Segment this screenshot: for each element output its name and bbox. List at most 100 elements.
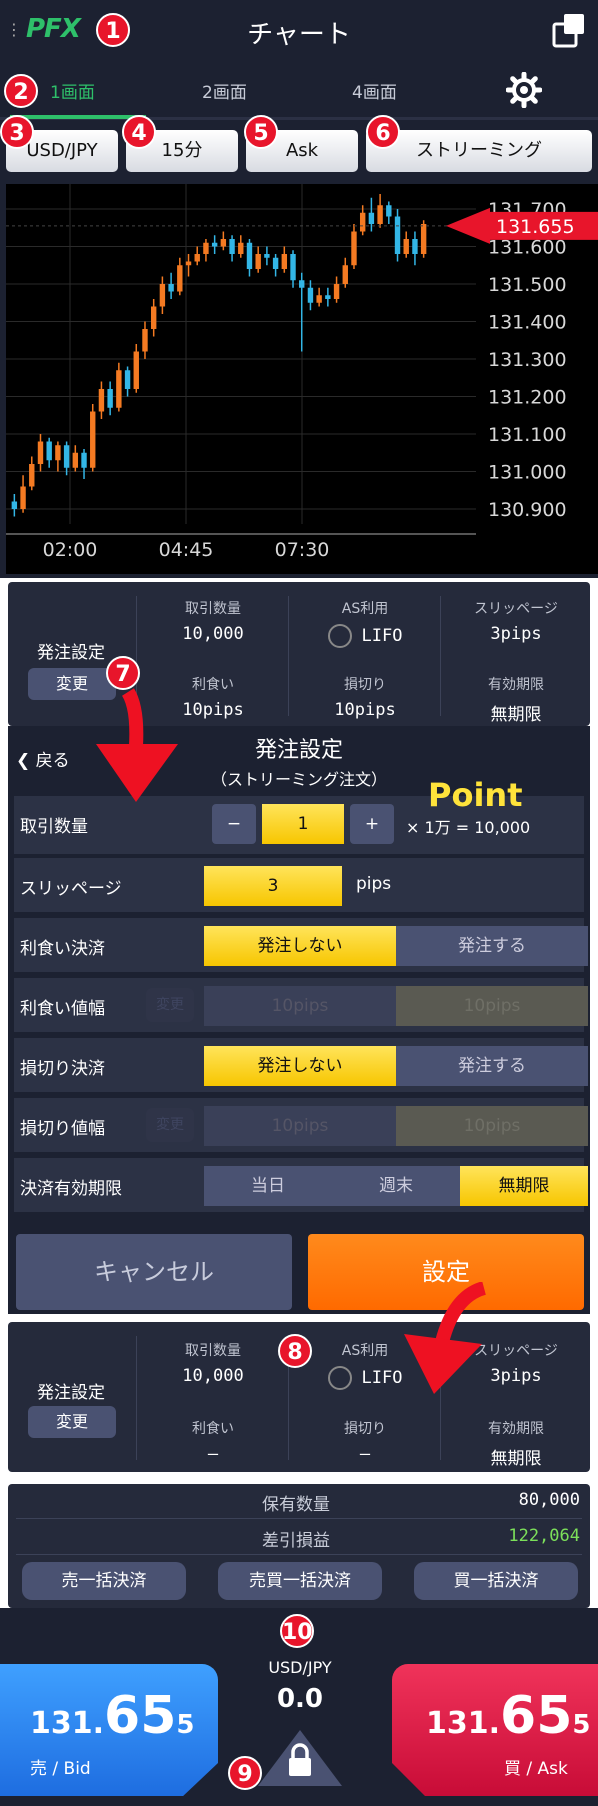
- chart-selectors: USD/JPY 15分 Ask ストリーミング: [0, 120, 598, 180]
- buy-all-settle-button[interactable]: 買一括決済: [414, 1562, 578, 1600]
- qty-plus-button[interactable]: +: [350, 804, 394, 844]
- ask-buy-button[interactable]: 131.655 買 / Ask: [392, 1664, 598, 1796]
- candle: [116, 370, 122, 408]
- qty-minus-button[interactable]: −: [212, 804, 256, 844]
- expiry-weekend-option[interactable]: 週末: [332, 1166, 460, 1206]
- active-tab-indicator: [10, 115, 146, 119]
- take-profit-cell: 利食い –: [138, 1418, 288, 1464]
- sell-all-settle-button[interactable]: 売一括決済: [22, 1562, 186, 1600]
- take-profit-width-change-button[interactable]: 変更: [146, 988, 194, 1022]
- qty-input[interactable]: 1: [262, 804, 344, 844]
- stop-loss-no-order-option[interactable]: 発注しない: [204, 1046, 396, 1086]
- candle: [107, 389, 113, 408]
- order-mode-select[interactable]: ストリーミング: [366, 130, 592, 172]
- candle: [264, 254, 270, 258]
- qty-row-label: 取引数量: [20, 817, 88, 837]
- slippage-label: スリッページ: [474, 601, 558, 617]
- net-pnl-value: 122,064: [508, 1526, 580, 1546]
- callout-badge: 7: [106, 656, 140, 690]
- candle: [150, 306, 157, 329]
- candle: [403, 239, 409, 254]
- position-summary: 保有数量 80,000 差引損益 122,064 売一括決済 売買一括決済 買一…: [8, 1484, 590, 1608]
- divider: [16, 1518, 582, 1519]
- candle: [342, 265, 348, 284]
- y-tick-label: 131.300: [488, 349, 567, 371]
- callout-badge: 4: [122, 115, 156, 149]
- candle: [412, 239, 418, 254]
- slippage-unit: pips: [356, 874, 392, 894]
- candle: [159, 284, 166, 307]
- sell-buy-all-settle-button[interactable]: 売買一括決済: [218, 1562, 382, 1600]
- x-tick-label: 04:45: [159, 539, 214, 561]
- candle: [11, 501, 18, 509]
- qty-label: 取引数量: [185, 1343, 241, 1359]
- net-pnl-label: 差引損益: [262, 1531, 330, 1551]
- expiry-row-label: 決済有効期限: [20, 1179, 122, 1199]
- candle: [333, 284, 340, 299]
- change-button[interactable]: 変更: [28, 1406, 116, 1438]
- bid-label: 売 / Bid: [30, 1759, 91, 1779]
- take-profit-order-option[interactable]: 発注する: [396, 926, 588, 966]
- expiry-none-option[interactable]: 無期限: [460, 1166, 588, 1206]
- arrow-down-icon: [96, 688, 178, 802]
- tab-4-screen[interactable]: 4画面: [352, 78, 397, 103]
- candle: [420, 224, 427, 254]
- candle: [124, 370, 131, 389]
- take-profit-value: –: [207, 1444, 219, 1464]
- expiry-label: 有効期限: [488, 1421, 544, 1437]
- candle: [238, 242, 244, 254]
- divider: [440, 596, 441, 716]
- take-profit-order-row: 利食い決済 発注しない 発注する: [14, 918, 588, 972]
- fullscreen-icon[interactable]: [552, 12, 586, 48]
- candle: [72, 452, 79, 468]
- stop-loss-order-option[interactable]: 発注する: [396, 1046, 588, 1086]
- expiry-value: 無期限: [490, 705, 542, 725]
- expiry-cell: 有効期限 無期限: [442, 1418, 590, 1469]
- tab-2-screen[interactable]: 2画面: [202, 78, 247, 103]
- candle: [229, 239, 235, 254]
- candle: [255, 254, 261, 269]
- take-profit-width-right: 10pips: [396, 986, 588, 1026]
- bid-price: 131.655: [30, 1686, 195, 1746]
- candle: [351, 231, 357, 266]
- ask-label: 買 / Ask: [504, 1759, 568, 1779]
- slippage-row-label: スリッページ: [20, 879, 122, 899]
- divider: [16, 1554, 582, 1555]
- stop-loss-value: –: [359, 1444, 371, 1464]
- as-value: LIFO: [361, 626, 403, 646]
- as-radio[interactable]: [327, 1366, 352, 1390]
- candle: [81, 452, 87, 468]
- stop-loss-width-change-button[interactable]: 変更: [146, 1108, 194, 1142]
- cancel-button[interactable]: キャンセル: [16, 1234, 292, 1310]
- lock-icon[interactable]: [256, 1728, 344, 1788]
- candle: [299, 280, 305, 288]
- bid-sell-button[interactable]: 131.655 売 / Bid: [0, 1664, 218, 1796]
- y-tick-label: 131.500: [488, 274, 567, 296]
- candle: [55, 445, 61, 461]
- gear-icon[interactable]: [506, 72, 542, 108]
- screen-tabs: 1画面 2画面 4画面: [0, 62, 598, 120]
- callout-badge: 10: [280, 1614, 314, 1648]
- candle: [194, 254, 200, 262]
- qty-value: 10,000: [182, 624, 244, 644]
- price-axis: 131.700131.600131.500131.400131.300131.2…: [446, 184, 598, 574]
- slippage-row: スリッページ 3 pips: [14, 858, 584, 912]
- tab-1-screen[interactable]: 1画面: [50, 78, 95, 103]
- candle: [359, 212, 366, 232]
- take-profit-label: 利食い: [192, 1421, 234, 1437]
- slippage-input[interactable]: 3: [204, 866, 342, 906]
- callout-badge: 2: [4, 74, 38, 108]
- expiry-today-option[interactable]: 当日: [204, 1166, 332, 1206]
- stop-loss-label: 損切り: [344, 677, 386, 693]
- expiry-label: 有効期限: [488, 677, 544, 693]
- stop-loss-order-row: 損切り決済 発注しない 発注する: [14, 1038, 588, 1092]
- candlestick-chart[interactable]: 02:00 04:45 07:30: [6, 184, 476, 574]
- take-profit-no-order-option[interactable]: 発注しない: [204, 926, 396, 966]
- candle: [177, 265, 183, 292]
- trade-pair: USD/JPY: [268, 1658, 332, 1677]
- stop-loss-cell: 損切り 10pips: [290, 674, 440, 720]
- spread-value: 0.0: [276, 1684, 324, 1714]
- callout-badge: 8: [278, 1334, 312, 1368]
- candle: [37, 441, 44, 464]
- as-radio[interactable]: [327, 624, 352, 648]
